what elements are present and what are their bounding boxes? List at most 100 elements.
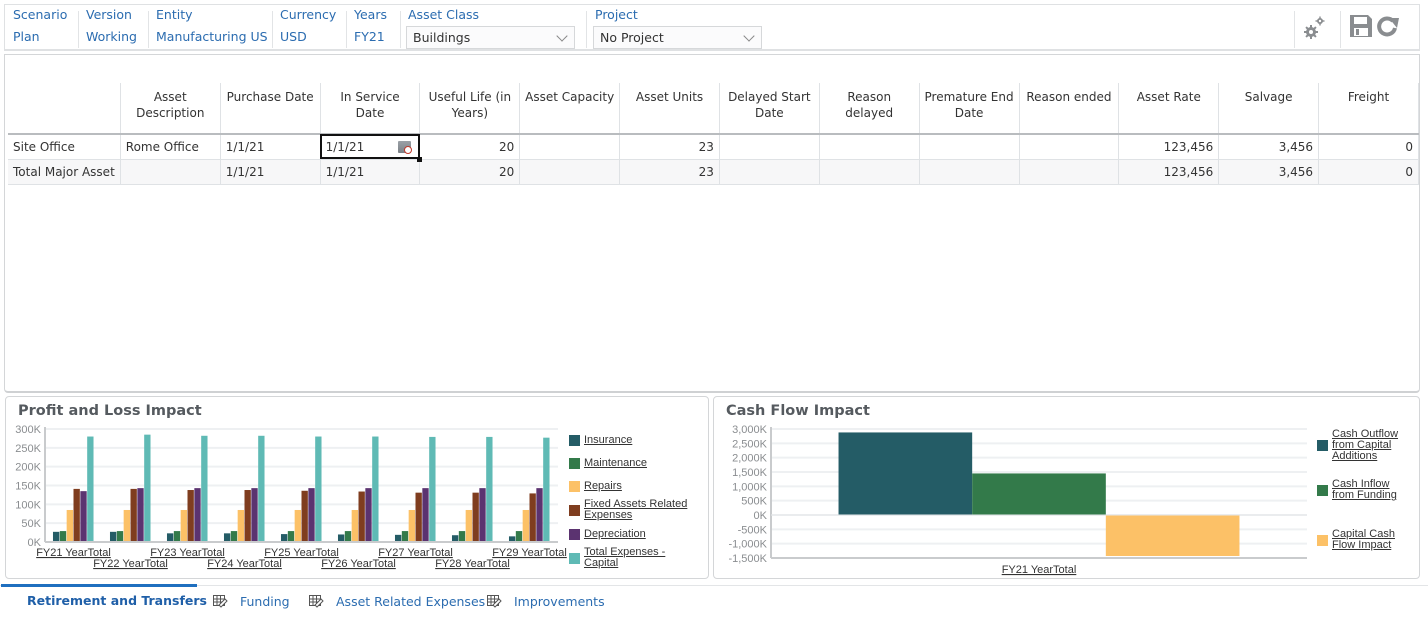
x-tick-label[interactable]: FY21 YearTotal [1002, 564, 1077, 576]
pov-version[interactable]: Version Working [78, 5, 148, 50]
bar-repairs[interactable] [66, 509, 73, 542]
cell-asset-description[interactable]: Rome Office [120, 134, 221, 160]
cell-reason-ended[interactable] [1019, 134, 1120, 160]
bar-repairs[interactable] [465, 509, 472, 542]
bar-repairs[interactable] [294, 509, 301, 542]
bar-total-expenses-capital[interactable] [201, 435, 208, 542]
legend-item-total-expenses-capital[interactable]: Total Expenses - Capital [569, 547, 699, 569]
bar-insurance[interactable] [337, 534, 345, 542]
column-header-purchase-date[interactable]: Purchase Date [220, 83, 321, 135]
legend-item-capital-cash-flow-impact[interactable]: Capital Cash Flow Impact [1317, 529, 1407, 551]
column-header-asset-units[interactable]: Asset Units [619, 83, 720, 135]
refresh-icon[interactable] [1376, 15, 1400, 37]
bar-fixed-assets-related-expenses[interactable] [358, 491, 365, 542]
bar-fixed-assets-related-expenses[interactable] [301, 490, 308, 542]
fill-handle[interactable] [417, 156, 423, 162]
bar-total-expenses-capital[interactable] [372, 436, 379, 542]
x-tick-label[interactable]: FY24 YearTotal [207, 558, 282, 570]
column-header-reason-ended[interactable]: Reason ended [1019, 83, 1120, 135]
bar-total-expenses-capital[interactable] [543, 437, 550, 542]
bar-fixed-assets-related-expenses[interactable] [130, 488, 137, 542]
legend-item-fixed-assets-related-expenses[interactable]: Fixed Assets Related Expenses [569, 499, 699, 521]
cell-asset-rate[interactable]: 123,456 [1118, 134, 1220, 160]
bar-insurance[interactable] [223, 533, 231, 542]
bar-repairs[interactable] [351, 509, 358, 542]
legend-item-cash-outflow-from-capital-additions[interactable]: Cash Outflow from Capital Additions [1317, 429, 1407, 462]
pov-entity[interactable]: Entity Manufacturing US [148, 5, 272, 50]
bar-depreciation[interactable] [422, 488, 429, 542]
x-tick-label[interactable]: FY29 YearTotal [492, 547, 567, 559]
pov-entity-value[interactable]: Manufacturing US [156, 29, 268, 44]
bar-depreciation[interactable] [137, 488, 144, 542]
column-header-salvage[interactable]: Salvage [1218, 83, 1320, 135]
bar-total-expenses-capital[interactable] [315, 436, 322, 542]
legend-item-cash-inflow-from-funding[interactable]: Cash Inflow from Funding [1317, 479, 1407, 501]
column-header-delayed-start-date[interactable]: Delayed Start Date [719, 83, 820, 135]
column-header-premature-end-date[interactable]: Premature End Date [919, 83, 1020, 135]
pov-scenario-value[interactable]: Plan [13, 29, 40, 44]
bar-cash-outflow-from-capital-additions[interactable] [838, 432, 973, 515]
column-header-asset-rate[interactable]: Asset Rate [1118, 83, 1220, 135]
bar-maintenance[interactable] [515, 531, 523, 542]
x-tick-label[interactable]: FY28 YearTotal [435, 558, 510, 570]
bar-fixed-assets-related-expenses[interactable] [73, 488, 80, 542]
tab-asset-related-expenses[interactable]: Asset Related Expenses [308, 586, 485, 616]
cell-in-service-date-selected[interactable]: 1/1/21 [320, 134, 423, 162]
bar-total-expenses-capital[interactable] [87, 436, 94, 542]
bar-fixed-assets-related-expenses[interactable] [187, 490, 194, 542]
pov-years-value[interactable]: FY21 [354, 29, 385, 44]
save-icon[interactable] [1349, 14, 1373, 38]
column-header-asset-capacity[interactable]: Asset Capacity [519, 83, 621, 135]
column-header-asset-description[interactable]: Asset Description [120, 83, 221, 135]
bar-insurance[interactable] [109, 531, 117, 542]
bar-repairs[interactable] [123, 509, 130, 542]
cell-freight[interactable]: 0 [1318, 134, 1419, 160]
bar-repairs[interactable] [522, 509, 529, 542]
column-header-reason-delayed[interactable]: Reason delayed [819, 83, 920, 135]
pov-currency[interactable]: Currency USD [272, 5, 346, 50]
bar-repairs[interactable] [180, 509, 187, 542]
tab-improvements[interactable]: Improvements [486, 586, 605, 616]
asset-class-dropdown[interactable]: Buildings [406, 26, 575, 49]
gears-icon[interactable] [1303, 15, 1327, 41]
cell-asset-capacity[interactable] [519, 134, 621, 160]
bar-insurance[interactable] [394, 534, 402, 542]
x-tick-label[interactable]: FY26 YearTotal [321, 558, 396, 570]
pov-currency-value[interactable]: USD [280, 29, 307, 44]
legend-item-insurance[interactable]: Insurance [569, 435, 699, 446]
bar-insurance[interactable] [280, 534, 288, 542]
bar-total-expenses-capital[interactable] [486, 436, 493, 542]
cell-delayed-start-date[interactable] [719, 134, 820, 160]
column-header-freight[interactable]: Freight [1318, 83, 1419, 135]
bar-depreciation[interactable] [308, 488, 315, 542]
bar-insurance[interactable] [166, 533, 174, 542]
bar-cash-inflow-from-funding[interactable] [972, 473, 1106, 515]
bar-maintenance[interactable] [287, 531, 295, 542]
cell-salvage[interactable]: 3,456 [1218, 134, 1320, 160]
pov-scenario[interactable]: Scenario Plan [5, 5, 78, 50]
legend-item-repairs[interactable]: Repairs [569, 481, 699, 492]
cell-premature-end-date[interactable] [919, 134, 1020, 160]
bar-depreciation[interactable] [80, 491, 87, 542]
bar-total-expenses-capital[interactable] [144, 434, 151, 542]
cell-reason-delayed[interactable] [819, 134, 920, 160]
bar-depreciation[interactable] [194, 488, 201, 542]
bar-repairs[interactable] [408, 509, 415, 542]
bar-total-expenses-capital[interactable] [429, 436, 436, 542]
bar-fixed-assets-related-expenses[interactable] [415, 492, 422, 542]
bar-maintenance[interactable] [116, 531, 124, 542]
legend-item-depreciation[interactable]: Depreciation [569, 529, 699, 540]
bar-fixed-assets-related-expenses[interactable] [472, 492, 479, 542]
bar-maintenance[interactable] [59, 531, 67, 542]
bar-maintenance[interactable] [230, 531, 238, 542]
x-tick-label[interactable]: FY22 YearTotal [93, 558, 168, 570]
cell-asset-units[interactable]: 23 [619, 134, 720, 160]
project-dropdown[interactable]: No Project [593, 26, 762, 49]
tab-funding[interactable]: Funding [212, 586, 290, 616]
bar-depreciation[interactable] [251, 488, 258, 542]
pov-version-value[interactable]: Working [86, 29, 137, 44]
bar-fixed-assets-related-expenses[interactable] [244, 490, 251, 542]
legend-item-maintenance[interactable]: Maintenance [569, 458, 699, 469]
bar-fixed-assets-related-expenses[interactable] [529, 493, 536, 542]
bar-repairs[interactable] [237, 509, 244, 542]
